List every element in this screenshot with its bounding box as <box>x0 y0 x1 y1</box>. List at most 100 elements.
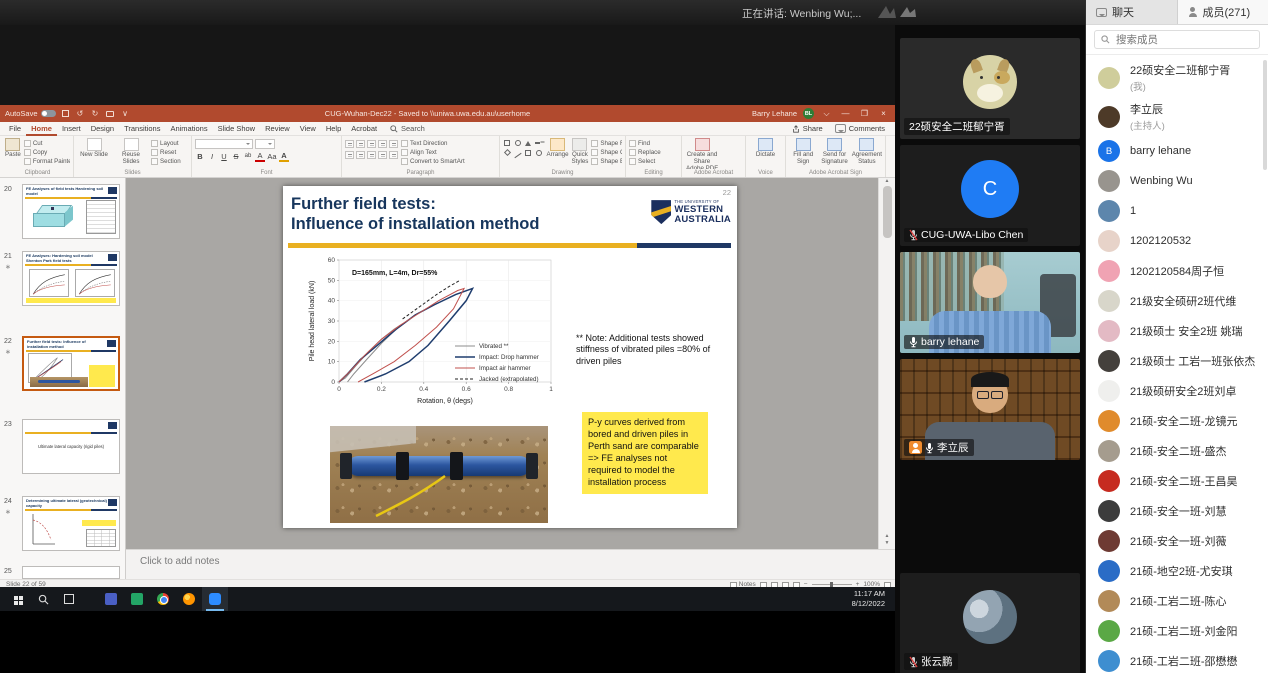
slide-thumbnail-24[interactable]: 24∗Determining ultimate lateral (geotech… <box>0 496 126 552</box>
member-row[interactable]: 21硕-安全二班-盛杰 <box>1086 436 1268 466</box>
app-firefox-icon[interactable] <box>176 587 202 611</box>
scroll-up-icon[interactable]: ▲ <box>879 178 895 184</box>
menu-tab-file[interactable]: File <box>4 122 26 136</box>
arrange-button[interactable]: Arrange <box>547 137 569 159</box>
undo-icon[interactable]: ↺ <box>75 109 86 119</box>
replace-button[interactable]: Replace <box>629 149 661 156</box>
thumbnail-preview[interactable]: FE Analyses of field tests Hardening soi… <box>22 184 120 239</box>
app-green-icon[interactable] <box>124 587 150 611</box>
menu-tab-acrobat[interactable]: Acrobat <box>346 122 382 136</box>
thumbnail-preview[interactable]: Ultimate lateral capacity (rigid piles) <box>22 419 120 474</box>
member-row[interactable]: 21硕-安全一班-刘薇 <box>1086 526 1268 556</box>
start-button[interactable] <box>4 587 30 611</box>
menu-tab-animations[interactable]: Animations <box>165 122 212 136</box>
zoom-slider[interactable] <box>812 584 852 585</box>
font-style-button-5[interactable]: A <box>255 151 265 162</box>
menu-tab-review[interactable]: Review <box>260 122 295 136</box>
align-button[interactable] <box>389 151 398 159</box>
slide-thumbnail-panel[interactable]: 20FE Analyses of field tests Hardening s… <box>0 178 126 579</box>
list-button[interactable] <box>378 140 387 148</box>
send-for-signature-button[interactable]: Send for Signature <box>820 137 848 166</box>
new-slide-button[interactable]: New Slide <box>77 137 111 159</box>
member-row[interactable]: 1202120584周子恒 <box>1086 256 1268 286</box>
tab-members[interactable]: 成员(271) <box>1178 0 1268 24</box>
share-button[interactable]: Share <box>792 124 823 133</box>
member-row[interactable]: 21级硕研安全2班刘卓 <box>1086 376 1268 406</box>
notes-pane[interactable]: Click to add notes <box>126 549 895 579</box>
member-row[interactable]: 21硕-安全二班-王昌昊 <box>1086 466 1268 496</box>
app-chrome-icon[interactable] <box>150 587 176 611</box>
app-meeting-icon[interactable] <box>202 587 228 611</box>
video-tile-2[interactable]: CCUG-UWA-Libo Chen <box>900 145 1080 246</box>
minimize-button[interactable]: — <box>839 109 852 118</box>
start-slideshow-icon[interactable] <box>105 111 116 117</box>
reset-button[interactable]: Reset <box>151 149 181 156</box>
menu-tab-home[interactable]: Home <box>26 122 57 136</box>
taskbar-clock[interactable]: 11:17 AM 8/12/2022 <box>852 589 895 609</box>
comments-button[interactable]: Comments <box>835 124 885 133</box>
slide-thumbnail-21[interactable]: 21∗FE Analyses: Hardening soil model She… <box>0 251 126 307</box>
agreement-status-button[interactable]: Agreement Status <box>852 137 882 166</box>
menu-tab-transitions[interactable]: Transitions <box>119 122 165 136</box>
video-tile-3[interactable]: barry lehane <box>900 252 1080 353</box>
thumbnail-preview[interactable]: Further field tests: Influence of instal… <box>22 336 120 391</box>
select-button[interactable]: Select <box>629 158 661 165</box>
account-avatar[interactable]: BL <box>803 108 814 119</box>
member-row[interactable]: 21硕-工岩二班-刘金阳 <box>1086 616 1268 646</box>
slide-scrollbar[interactable]: ▲ ▲ ▼ <box>878 178 895 549</box>
thumbnail-preview[interactable]: Determining ultimate lateral (geotechnic… <box>22 496 120 551</box>
shape-fill-button[interactable]: Shape Fill <box>591 140 622 147</box>
font-style-button-0[interactable]: B <box>195 152 205 161</box>
member-search-input[interactable] <box>1114 33 1253 47</box>
format-painter-button[interactable]: Format Painter <box>24 158 70 165</box>
align-button[interactable] <box>367 151 376 159</box>
font-name-select[interactable] <box>195 139 253 149</box>
quick-styles-button[interactable]: Quick Styles <box>572 137 589 166</box>
align-button[interactable] <box>356 151 365 159</box>
member-row[interactable]: Wenbing Wu <box>1086 166 1268 196</box>
video-tile-1[interactable]: 22硕安全二班郁宁胥 <box>900 38 1080 139</box>
cut-button[interactable]: Cut <box>24 140 70 147</box>
align-button[interactable] <box>345 151 354 159</box>
member-row[interactable]: 1 <box>1086 196 1268 226</box>
copy-button[interactable]: Copy <box>24 149 70 156</box>
slide-thumbnail-20[interactable]: 20FE Analyses of field tests Hardening s… <box>0 184 126 240</box>
member-row[interactable]: 1202120532 <box>1086 226 1268 256</box>
video-tile-4[interactable]: 李立辰 <box>900 359 1080 460</box>
member-row[interactable]: 21硕-安全二班-龙镜元 <box>1086 406 1268 436</box>
member-row[interactable]: Bbarry lehane <box>1086 136 1268 166</box>
scrollbar-thumb[interactable] <box>883 186 892 238</box>
member-row[interactable]: 李立辰(主持人) <box>1086 97 1268 136</box>
thumbnail-preview[interactable]: FE Analyses: Hardening soil model Shento… <box>22 251 120 306</box>
member-row[interactable]: 21硕-工岩二班-邵懋懋 <box>1086 646 1268 673</box>
font-style-button-1[interactable]: I <box>207 152 217 161</box>
maximize-button[interactable]: ❐ <box>858 109 871 118</box>
member-row[interactable]: 21硕-工岩二班-陈心 <box>1086 586 1268 616</box>
search-box[interactable]: Search <box>390 124 425 133</box>
close-button[interactable]: × <box>877 109 890 118</box>
list-button[interactable] <box>389 140 398 148</box>
thumbnail-preview[interactable] <box>22 566 120 579</box>
ribbon-display-options-icon[interactable]: ⌵ <box>820 109 833 119</box>
ppt-title-bar[interactable]: AutoSave ↺ ↻ ∨ CUG-Wuhan-Dec22 - Saved t… <box>0 105 895 122</box>
font-style-button-3[interactable]: S <box>231 152 241 161</box>
menu-tab-help[interactable]: Help <box>321 122 346 136</box>
menu-tab-slide-show[interactable]: Slide Show <box>213 122 261 136</box>
font-style-button-7[interactable]: A <box>279 151 289 162</box>
tab-chat[interactable]: 聊天 <box>1086 0 1178 24</box>
reuse-slides-button[interactable]: Reuse Slides <box>114 137 148 166</box>
menu-tab-view[interactable]: View <box>295 122 321 136</box>
slide-canvas[interactable]: 22 Further field tests: Influence of ins… <box>283 186 737 528</box>
font-style-button-4[interactable]: ab <box>243 152 253 161</box>
fill-and-sign-button[interactable]: Fill and Sign <box>789 137 817 166</box>
member-row[interactable]: 21硕-安全一班-刘慧 <box>1086 496 1268 526</box>
slide-thumbnail-22[interactable]: 22∗Further field tests: Influence of ins… <box>0 336 126 392</box>
member-row[interactable]: 21级硕士 安全2班 姚瑞 <box>1086 316 1268 346</box>
list-button[interactable] <box>367 140 376 148</box>
layout-button[interactable]: Layout <box>151 140 181 147</box>
dictate-button[interactable]: Dictate <box>749 137 782 159</box>
list-button[interactable] <box>356 140 365 148</box>
align-text-button[interactable]: Align Text <box>401 149 465 156</box>
shape-effects-button[interactable]: Shape Effects <box>591 158 622 165</box>
member-row[interactable]: 22硕安全二班郁宁胥(我) <box>1086 58 1268 97</box>
